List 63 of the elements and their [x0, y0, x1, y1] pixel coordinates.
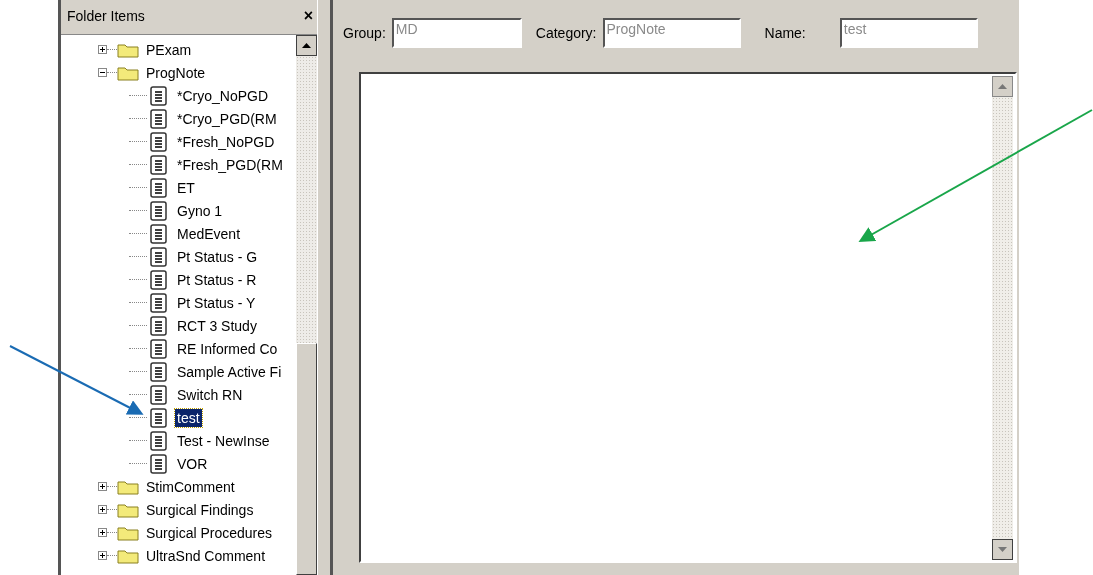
tree-item[interactable]: *Fresh_NoPGD — [175, 132, 277, 151]
document-icon — [150, 269, 167, 290]
document-icon — [150, 407, 167, 428]
tree-item[interactable]: MedEvent — [175, 224, 243, 243]
document-icon — [150, 177, 167, 198]
tree-item[interactable]: VOR — [175, 454, 210, 473]
tree-item[interactable]: Pt Status - G — [175, 247, 260, 266]
splitter-bar[interactable] — [317, 0, 333, 575]
expander-icon[interactable] — [98, 551, 107, 560]
scroll-thumb[interactable] — [296, 343, 317, 575]
tree-item[interactable]: test — [175, 408, 202, 427]
expander-icon[interactable] — [98, 45, 107, 54]
folder-icon — [117, 524, 139, 541]
tree-item[interactable]: StimComment — [144, 477, 237, 496]
document-icon — [150, 131, 167, 152]
close-button[interactable]: × — [301, 8, 315, 24]
tree-item[interactable]: Switch RN — [175, 385, 245, 404]
tree-item[interactable]: ET — [175, 178, 197, 197]
expander-icon[interactable] — [98, 482, 107, 491]
folder-icon — [117, 478, 139, 495]
tree-item[interactable]: *Cryo_PGD(RM — [175, 109, 279, 128]
document-icon — [150, 108, 167, 129]
tree-item[interactable]: Test - NewInse — [175, 431, 272, 450]
folder-icon — [117, 547, 139, 564]
field-label: Name: — [764, 25, 806, 41]
scroll-up-button[interactable] — [296, 35, 317, 56]
tree-item[interactable]: Gyno 1 — [175, 201, 225, 220]
folder-icon — [117, 501, 139, 518]
tree-item[interactable]: Pt Status - R — [175, 270, 259, 289]
tree-item[interactable]: ProgNote — [144, 63, 208, 82]
tree-item[interactable]: Sample Active Fi — [175, 362, 284, 381]
document-icon — [150, 361, 167, 382]
document-icon — [150, 430, 167, 451]
document-icon — [150, 292, 167, 313]
expander-icon[interactable] — [98, 528, 107, 537]
document-icon — [150, 246, 167, 267]
document-icon — [150, 154, 167, 175]
tree-item[interactable]: Surgical Procedures — [144, 523, 275, 542]
tree-item[interactable]: RCT 3 Study — [175, 316, 259, 335]
tree-item[interactable]: *Cryo_NoPGD — [175, 86, 271, 105]
document-icon — [150, 338, 167, 359]
tree-item[interactable]: Surgical Findings — [144, 500, 256, 519]
tree-item[interactable]: Pt Status - Y — [175, 293, 258, 312]
tree-item[interactable]: UltraSnd Comment — [144, 546, 268, 565]
tree-item[interactable]: RE Informed Co — [175, 339, 280, 358]
field-label: Category: — [535, 25, 597, 41]
panel-title: Folder Items — [67, 8, 145, 24]
document-icon — [150, 384, 167, 405]
document-icon — [150, 453, 167, 474]
expander-icon[interactable] — [98, 505, 107, 514]
scrollbar[interactable] — [992, 74, 1015, 561]
document-icon — [150, 315, 167, 336]
document-icon — [150, 223, 167, 244]
document-icon — [150, 85, 167, 106]
tree-item[interactable]: *Fresh_PGD(RM — [175, 155, 285, 174]
tree-item[interactable]: PExam — [144, 40, 194, 59]
scrollbar[interactable] — [296, 35, 317, 575]
document-icon — [150, 200, 167, 221]
folder-icon — [117, 64, 139, 81]
folder-icon — [117, 41, 139, 58]
expander-icon[interactable] — [98, 68, 107, 77]
scroll-down-button[interactable] — [992, 539, 1013, 560]
field-label: Group: — [343, 25, 386, 41]
